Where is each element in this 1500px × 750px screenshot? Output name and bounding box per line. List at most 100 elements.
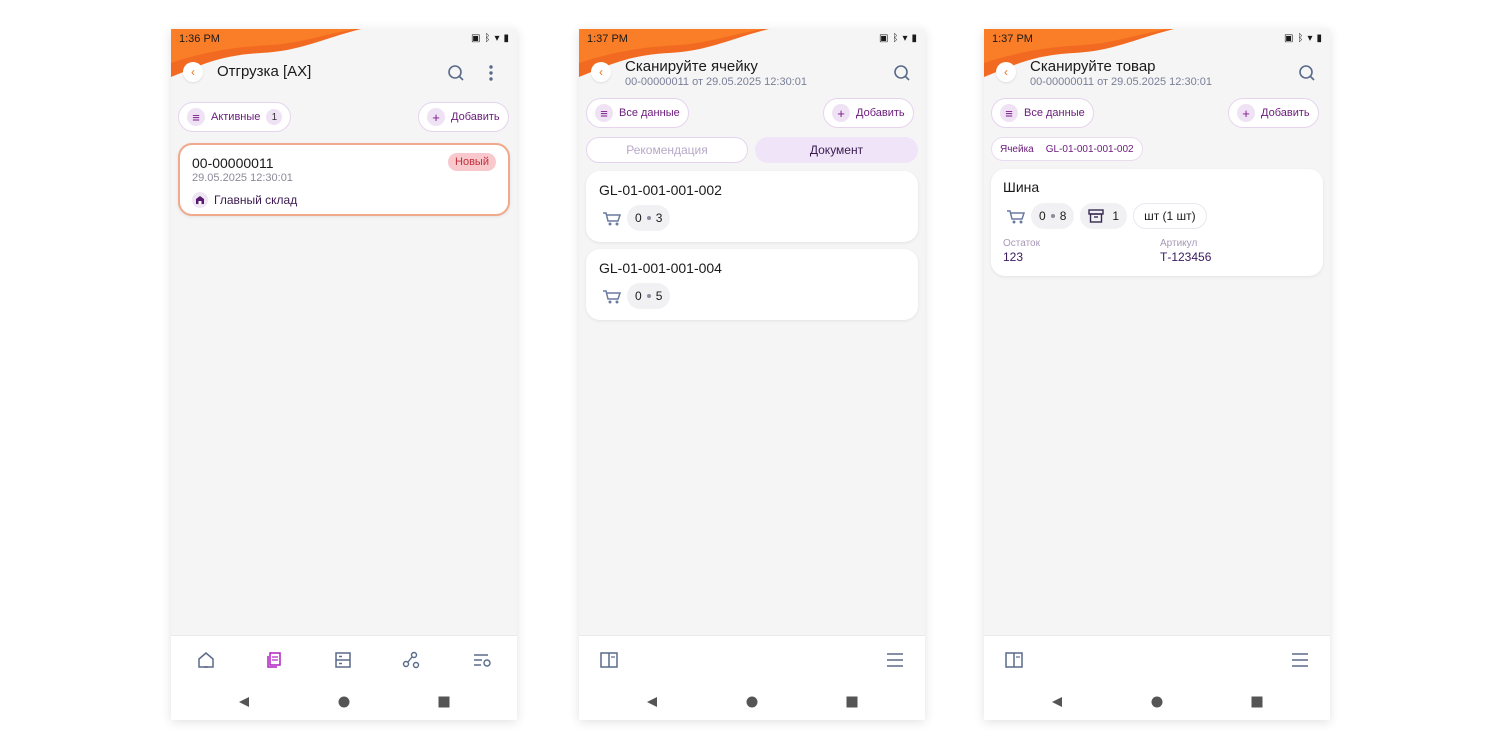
status-bar: 1:36 PM ▣ ᛒ ▾ ▮ bbox=[171, 29, 517, 49]
share-icon bbox=[402, 651, 420, 669]
back-button[interactable]: ‹ bbox=[183, 62, 203, 82]
status-bar: 1:37 PM ▣ ᛒ ▾ ▮ bbox=[984, 29, 1330, 49]
sys-recents-button[interactable] bbox=[437, 695, 451, 709]
cell-tag-code: GL-01-001-001-002 bbox=[1045, 143, 1134, 155]
circle-home-icon bbox=[338, 696, 350, 708]
sku-value: Т-123456 bbox=[1160, 250, 1212, 264]
document-date: 29.05.2025 12:30:01 bbox=[192, 172, 293, 184]
page-subtitle: 00-00000011 от 29.05.2025 12:30:01 bbox=[1030, 76, 1212, 88]
hamburger-menu-icon bbox=[1292, 653, 1308, 667]
sys-back-button[interactable] bbox=[1050, 695, 1064, 709]
add-label: Добавить bbox=[1261, 107, 1310, 119]
book-open-icon bbox=[600, 652, 618, 668]
stock-label: Остаток bbox=[1003, 238, 1040, 249]
add-button[interactable]: + Добавить bbox=[418, 102, 509, 132]
document-number: 00-00000011 bbox=[192, 155, 274, 171]
app-header: ‹ Отгрузка [AX] bbox=[171, 55, 517, 91]
more-menu-button[interactable] bbox=[480, 62, 502, 84]
bottom-toolbar bbox=[579, 635, 925, 683]
panel-toggle-button[interactable] bbox=[599, 650, 619, 670]
cell-card[interactable]: GL-01-001-001-002 0 3 bbox=[586, 171, 918, 242]
current-cell-tag[interactable]: Ячейка GL-01-001-001-002 bbox=[991, 137, 1143, 161]
qty-total: 3 bbox=[655, 211, 663, 225]
menu-button[interactable] bbox=[885, 650, 905, 670]
sys-recents-button[interactable] bbox=[1250, 695, 1264, 709]
bluetooth-icon: ᛒ bbox=[484, 33, 491, 44]
stock-value: 123 bbox=[1003, 250, 1024, 264]
status-time: 1:37 PM bbox=[992, 33, 1033, 45]
item-name: Шина bbox=[1003, 179, 1040, 195]
nav-share[interactable] bbox=[401, 650, 421, 670]
cell-code: GL-01-001-001-004 bbox=[599, 260, 722, 276]
add-button[interactable]: + Добавить bbox=[823, 98, 914, 128]
bottom-navigation bbox=[171, 635, 517, 683]
box-count-pill: 1 bbox=[1080, 203, 1128, 229]
cell-quantity: 0 5 bbox=[599, 283, 671, 309]
sys-home-button[interactable] bbox=[745, 695, 759, 709]
filter-icon: ≡ bbox=[595, 104, 613, 122]
sys-home-button[interactable] bbox=[337, 695, 351, 709]
filter-all-chip[interactable]: ≡ Все данные bbox=[586, 98, 689, 128]
status-badge: Новый bbox=[448, 153, 496, 171]
tab-document[interactable]: Документ bbox=[755, 137, 918, 163]
triangle-back-icon bbox=[1052, 697, 1062, 707]
plus-icon: + bbox=[1237, 104, 1255, 122]
page-title: Сканируйте ячейку bbox=[625, 58, 758, 75]
screen-shipment-list: 1:36 PM ▣ ᛒ ▾ ▮ ‹ Отгрузка [AX] ≡ Активн… bbox=[171, 29, 517, 720]
chevron-left-icon: ‹ bbox=[191, 65, 195, 79]
box-count: 1 bbox=[1112, 209, 1120, 223]
cart-icon bbox=[1003, 203, 1029, 229]
add-button[interactable]: + Добавить bbox=[1228, 98, 1319, 128]
status-bar: 1:37 PM ▣ ᛒ ▾ ▮ bbox=[579, 29, 925, 49]
circle-home-icon bbox=[746, 696, 758, 708]
sys-back-button[interactable] bbox=[237, 695, 251, 709]
nfc-icon: ▣ bbox=[879, 33, 889, 44]
menu-button[interactable] bbox=[1290, 650, 1310, 670]
triangle-back-icon bbox=[647, 697, 657, 707]
nav-documents[interactable] bbox=[264, 650, 284, 670]
item-card[interactable]: Шина 0 8 1 шт (1 шт) Остаток 123 Артикул… bbox=[991, 169, 1323, 276]
filter-all-chip[interactable]: ≡ Все данные bbox=[991, 98, 1094, 128]
tab-recommendation[interactable]: Рекомендация bbox=[586, 137, 748, 163]
settings-list-icon bbox=[474, 654, 491, 667]
nav-storage[interactable] bbox=[333, 650, 353, 670]
item-quantity-row: 0 8 1 шт (1 шт) bbox=[1003, 203, 1207, 229]
document-card[interactable]: 00-00000011 29.05.2025 12:30:01 Новый Гл… bbox=[178, 143, 510, 216]
search-button[interactable] bbox=[1296, 62, 1318, 84]
back-button[interactable]: ‹ bbox=[591, 62, 611, 82]
search-button[interactable] bbox=[445, 62, 467, 84]
back-button[interactable]: ‹ bbox=[996, 62, 1016, 82]
app-header: ‹ Сканируйте товар 00-00000011 от 29.05.… bbox=[984, 55, 1330, 91]
sys-back-button[interactable] bbox=[645, 695, 659, 709]
storage-icon bbox=[335, 652, 351, 668]
square-recents-icon bbox=[438, 696, 450, 708]
panel-toggle-button[interactable] bbox=[1004, 650, 1024, 670]
cell-card[interactable]: GL-01-001-001-004 0 5 bbox=[586, 249, 918, 320]
nav-home[interactable] bbox=[196, 650, 216, 670]
battery-icon: ▮ bbox=[1316, 33, 1322, 44]
search-icon bbox=[1299, 65, 1315, 81]
qty-done: 0 bbox=[635, 211, 642, 225]
square-recents-icon bbox=[1251, 696, 1263, 708]
qty-total: 8 bbox=[1059, 209, 1067, 223]
page-title: Сканируйте товар bbox=[1030, 58, 1156, 75]
plus-icon: + bbox=[427, 108, 445, 126]
nav-settings[interactable] bbox=[472, 650, 492, 670]
triangle-back-icon bbox=[239, 697, 249, 707]
qty-done: 0 bbox=[635, 289, 642, 303]
documents-icon bbox=[267, 652, 281, 668]
filter-active-chip[interactable]: ≡ Активные 1 bbox=[178, 102, 292, 132]
sys-recents-button[interactable] bbox=[845, 695, 859, 709]
page-subtitle: 00-00000011 от 29.05.2025 12:30:01 bbox=[625, 76, 807, 88]
sku-label: Артикул bbox=[1160, 238, 1198, 249]
bluetooth-icon: ᛒ bbox=[892, 33, 899, 44]
filter-label: Активные bbox=[211, 111, 261, 123]
search-button[interactable] bbox=[891, 62, 913, 84]
square-recents-icon bbox=[846, 696, 858, 708]
screen-scan-item: 1:37 PM ▣ ᛒ ▾ ▮ ‹ Сканируйте товар 00-00… bbox=[984, 29, 1330, 720]
add-label: Добавить bbox=[451, 111, 500, 123]
unit-selector[interactable]: шт (1 шт) bbox=[1133, 203, 1207, 229]
nfc-icon: ▣ bbox=[471, 33, 481, 44]
cell-quantity: 0 3 bbox=[599, 205, 671, 231]
sys-home-button[interactable] bbox=[1150, 695, 1164, 709]
